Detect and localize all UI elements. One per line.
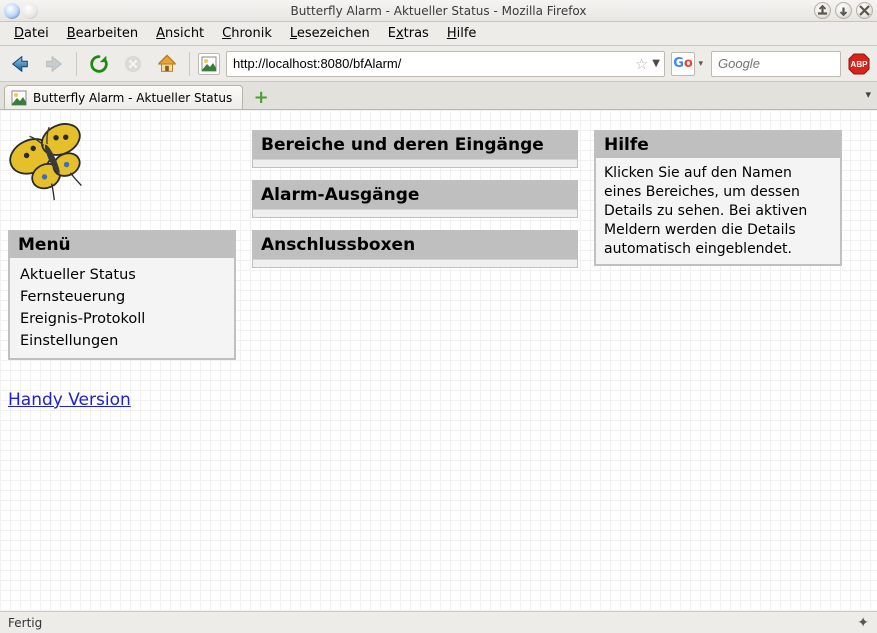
tab-label: Butterfly Alarm - Aktueller Status	[33, 91, 232, 105]
document-icon	[22, 3, 38, 19]
section-boxes-body	[253, 259, 577, 267]
section-boxes-title: Anschlussboxen	[253, 231, 577, 259]
section-areas-title: Bereiche und deren Eingänge	[253, 131, 577, 159]
close-button[interactable]	[856, 2, 873, 19]
browser-toolbar: ☆ ▼ Go▾ ABP	[0, 46, 877, 82]
window-titlebar: Butterfly Alarm - Aktueller Status - Moz…	[0, 0, 877, 22]
butterfly-logo	[8, 116, 98, 206]
svg-text:ABP: ABP	[851, 60, 869, 69]
section-outputs[interactable]: Alarm-Ausgänge	[252, 180, 578, 218]
home-button[interactable]	[153, 50, 181, 78]
menu-item-remote[interactable]: Fernsteuerung	[18, 286, 226, 308]
menu-bearbeiten[interactable]: Bearbeiten	[59, 24, 146, 43]
adblock-icon[interactable]: ABP	[847, 52, 871, 76]
maximize-button[interactable]	[835, 2, 852, 19]
menu-panel-title: Menü	[10, 232, 234, 258]
minimize-button[interactable]	[814, 2, 831, 19]
url-bar[interactable]: ☆ ▼	[226, 51, 665, 77]
menu-item-log[interactable]: Ereignis-Protokoll	[18, 308, 226, 330]
url-dropdown-icon[interactable]: ▼	[652, 58, 660, 69]
url-input[interactable]	[231, 55, 631, 72]
forward-button[interactable]	[40, 50, 68, 78]
status-gear-icon[interactable]: ✦	[857, 615, 869, 631]
search-bar[interactable]	[711, 51, 841, 77]
reload-button[interactable]	[85, 50, 113, 78]
help-panel-text: Klicken Sie auf den Namen eines Bereiche…	[596, 158, 840, 264]
window-title: Butterfly Alarm - Aktueller Status - Moz…	[0, 4, 877, 18]
section-areas[interactable]: Bereiche und deren Eingänge	[252, 130, 578, 168]
menu-hilfe[interactable]: Hilfe	[439, 24, 485, 43]
section-outputs-body	[253, 209, 577, 217]
tab-bar: Butterfly Alarm - Aktueller Status + ▾	[0, 82, 877, 110]
search-engine-button[interactable]: Go▾	[671, 52, 695, 76]
url-favicon	[198, 53, 220, 75]
menu-lesezeichen[interactable]: Lesezeichen	[282, 24, 378, 43]
stop-button[interactable]	[119, 50, 147, 78]
section-boxes[interactable]: Anschlussboxen	[252, 230, 578, 268]
section-areas-body	[253, 159, 577, 167]
bookmark-star-icon[interactable]: ☆	[635, 55, 648, 73]
menu-ansicht[interactable]: Ansicht	[148, 24, 212, 43]
section-outputs-title: Alarm-Ausgänge	[253, 181, 577, 209]
tab-active[interactable]: Butterfly Alarm - Aktueller Status	[4, 85, 243, 109]
menu-item-settings[interactable]: Einstellungen	[18, 330, 226, 352]
handy-version-link[interactable]: Handy Version	[8, 390, 131, 410]
firefox-icon	[4, 3, 20, 19]
status-bar: Fertig ✦	[0, 611, 877, 633]
menu-item-status[interactable]: Aktueller Status	[18, 264, 226, 286]
page-viewport: Menü Aktueller Status Fernsteuerung Erei…	[0, 110, 877, 611]
menu-extras[interactable]: Extras	[380, 24, 437, 43]
browser-menubar: Datei Bearbeiten Ansicht Chronik Lesezei…	[0, 22, 877, 46]
new-tab-button[interactable]: +	[249, 87, 273, 107]
tab-overflow-button[interactable]: ▾	[865, 88, 871, 101]
help-panel: Hilfe Klicken Sie auf den Namen eines Be…	[594, 130, 842, 266]
back-button[interactable]	[6, 50, 34, 78]
help-panel-title: Hilfe	[596, 132, 840, 158]
menu-chronik[interactable]: Chronik	[214, 24, 280, 43]
status-text: Fertig	[8, 616, 42, 630]
toolbar-separator	[189, 52, 190, 76]
tab-favicon	[11, 90, 27, 106]
menu-datei[interactable]: Datei	[6, 24, 57, 43]
menu-panel: Menü Aktueller Status Fernsteuerung Erei…	[8, 230, 236, 360]
toolbar-separator	[76, 52, 77, 76]
